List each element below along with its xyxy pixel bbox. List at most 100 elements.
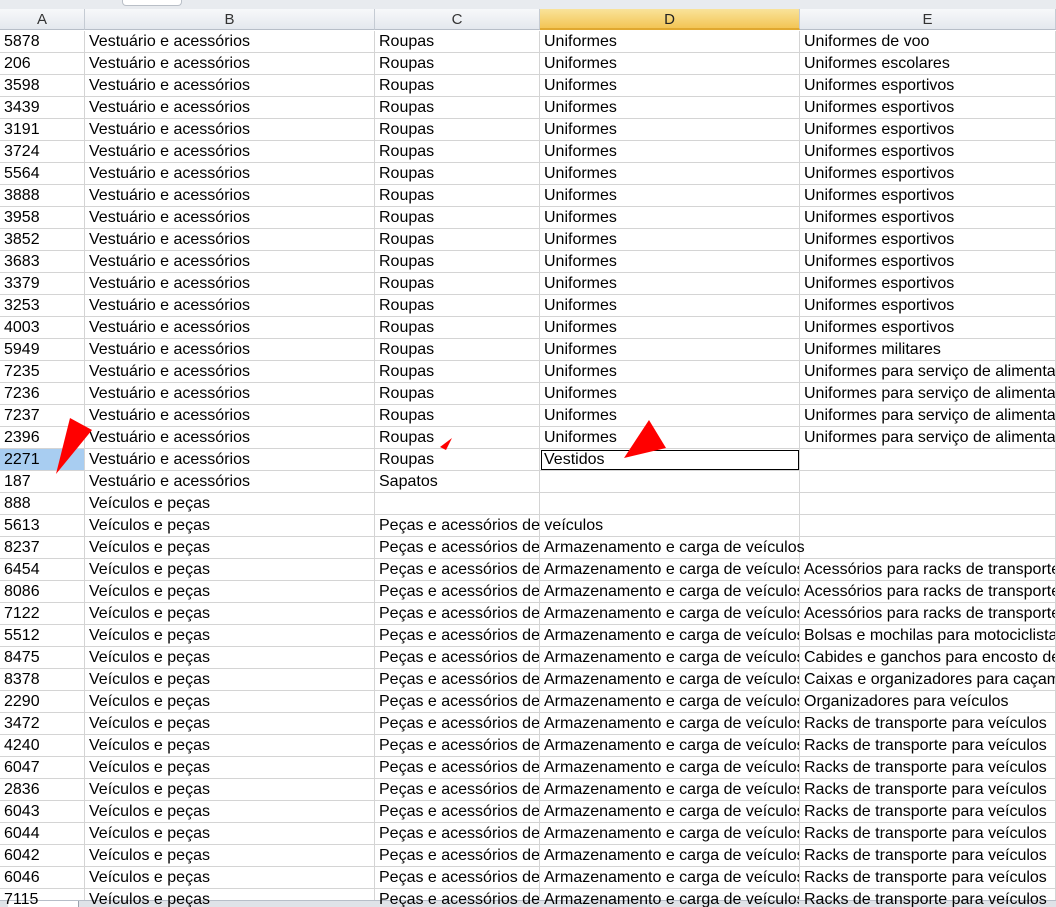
cell-c-35[interactable]: Peças e acessórios de veículos — [375, 779, 540, 801]
cell-e-28[interactable]: Bolsas e mochilas para motociclistas — [800, 625, 1056, 647]
cell-e-24[interactable] — [800, 537, 1056, 559]
cell-b-19[interactable]: Vestuário e acessórios — [85, 427, 375, 449]
cell-a-1[interactable]: 5878 — [0, 31, 85, 53]
cell-c-10[interactable]: Roupas — [375, 229, 540, 251]
cell-e-17[interactable]: Uniformes para serviço de alimentação — [800, 383, 1056, 405]
cell-a-34[interactable]: 6047 — [0, 757, 85, 779]
cell-a-23[interactable]: 5613 — [0, 515, 85, 537]
cell-e-5[interactable]: Uniformes esportivos — [800, 119, 1056, 141]
cell-c-38[interactable]: Peças e acessórios de veículos — [375, 845, 540, 867]
cell-a-31[interactable]: 2290 — [0, 691, 85, 713]
cell-c-37[interactable]: Peças e acessórios de veículos — [375, 823, 540, 845]
cell-d-11[interactable]: Uniformes — [540, 251, 800, 273]
cell-a-2[interactable]: 206 — [0, 53, 85, 75]
cell-e-10[interactable]: Uniformes esportivos — [800, 229, 1056, 251]
cell-a-4[interactable]: 3439 — [0, 97, 85, 119]
column-header-b[interactable]: B — [85, 9, 375, 30]
cell-c-21[interactable]: Sapatos — [375, 471, 540, 493]
cell-b-6[interactable]: Vestuário e acessórios — [85, 141, 375, 163]
cell-b-7[interactable]: Vestuário e acessórios — [85, 163, 375, 185]
cell-b-21[interactable]: Vestuário e acessórios — [85, 471, 375, 493]
cell-b-4[interactable]: Vestuário e acessórios — [85, 97, 375, 119]
cell-e-18[interactable]: Uniformes para serviço de alimentação — [800, 405, 1056, 427]
cell-c-17[interactable]: Roupas — [375, 383, 540, 405]
cell-e-36[interactable]: Racks de transporte para veículos — [800, 801, 1056, 823]
cell-c-9[interactable]: Roupas — [375, 207, 540, 229]
cell-a-14[interactable]: 4003 — [0, 317, 85, 339]
cell-b-25[interactable]: Veículos e peças — [85, 559, 375, 581]
cell-e-8[interactable]: Uniformes esportivos — [800, 185, 1056, 207]
cell-e-26[interactable]: Acessórios para racks de transporte — [800, 581, 1056, 603]
cell-d-27[interactable]: Armazenamento e carga de veículos — [540, 603, 800, 625]
cell-b-22[interactable]: Veículos e peças — [85, 493, 375, 515]
cell-d-29[interactable]: Armazenamento e carga de veículos — [540, 647, 800, 669]
cell-d-9[interactable]: Uniformes — [540, 207, 800, 229]
cell-c-36[interactable]: Peças e acessórios de veículos — [375, 801, 540, 823]
column-header-e[interactable]: E — [800, 9, 1056, 30]
cell-c-14[interactable]: Roupas — [375, 317, 540, 339]
cell-a-5[interactable]: 3191 — [0, 119, 85, 141]
cell-b-34[interactable]: Veículos e peças — [85, 757, 375, 779]
cell-d-15[interactable]: Uniformes — [540, 339, 800, 361]
cell-c-2[interactable]: Roupas — [375, 53, 540, 75]
cell-e-14[interactable]: Uniformes esportivos — [800, 317, 1056, 339]
cell-d-40[interactable]: Armazenamento e carga de veículos — [540, 889, 800, 907]
cell-a-33[interactable]: 4240 — [0, 735, 85, 757]
cell-e-37[interactable]: Racks de transporte para veículos — [800, 823, 1056, 845]
cell-d-1[interactable]: Uniformes — [540, 31, 800, 53]
cell-c-16[interactable]: Roupas — [375, 361, 540, 383]
cell-d-14[interactable]: Uniformes — [540, 317, 800, 339]
cell-c-23[interactable]: Peças e acessórios de veículos — [375, 515, 603, 537]
cell-b-17[interactable]: Vestuário e acessórios — [85, 383, 375, 405]
cell-d-7[interactable]: Uniformes — [540, 163, 800, 185]
cell-c-18[interactable]: Roupas — [375, 405, 540, 427]
cell-c-30[interactable]: Peças e acessórios de veículos — [375, 669, 540, 691]
cell-e-22[interactable] — [800, 493, 1056, 515]
cell-e-29[interactable]: Cabides e ganchos para encosto de — [800, 647, 1056, 669]
cell-d-32[interactable]: Armazenamento e carga de veículos — [540, 713, 800, 735]
cell-b-24[interactable]: Veículos e peças — [85, 537, 375, 559]
cell-d-26[interactable]: Armazenamento e carga de veículos — [540, 581, 800, 603]
cell-d-17[interactable]: Uniformes — [540, 383, 800, 405]
cell-a-10[interactable]: 3852 — [0, 229, 85, 251]
cell-c-33[interactable]: Peças e acessórios de veículos — [375, 735, 540, 757]
cell-c-1[interactable]: Roupas — [375, 31, 540, 53]
cell-c-29[interactable]: Peças e acessórios de veículos — [375, 647, 540, 669]
cell-b-20[interactable]: Vestuário e acessórios — [85, 449, 375, 471]
cell-e-40[interactable]: Racks de transporte para veículos — [800, 889, 1056, 907]
cell-d-30[interactable]: Armazenamento e carga de veículos — [540, 669, 800, 691]
cell-b-31[interactable]: Veículos e peças — [85, 691, 375, 713]
cell-a-35[interactable]: 2836 — [0, 779, 85, 801]
cell-b-33[interactable]: Veículos e peças — [85, 735, 375, 757]
cell-e-13[interactable]: Uniformes esportivos — [800, 295, 1056, 317]
cell-d-36[interactable]: Armazenamento e carga de veículos — [540, 801, 800, 823]
cell-e-15[interactable]: Uniformes militares — [800, 339, 1056, 361]
cell-a-20[interactable]: 2271 — [0, 449, 85, 471]
cell-c-19[interactable]: Roupas — [375, 427, 540, 449]
cell-b-16[interactable]: Vestuário e acessórios — [85, 361, 375, 383]
cell-e-3[interactable]: Uniformes esportivos — [800, 75, 1056, 97]
cell-b-2[interactable]: Vestuário e acessórios — [85, 53, 375, 75]
cell-d-39[interactable]: Armazenamento e carga de veículos — [540, 867, 800, 889]
cell-e-6[interactable]: Uniformes esportivos — [800, 141, 1056, 163]
cell-d-38[interactable]: Armazenamento e carga de veículos — [540, 845, 800, 867]
cell-e-20[interactable] — [800, 449, 1056, 471]
cell-b-29[interactable]: Veículos e peças — [85, 647, 375, 669]
cell-a-18[interactable]: 7237 — [0, 405, 85, 427]
cell-c-12[interactable]: Roupas — [375, 273, 540, 295]
cell-a-9[interactable]: 3958 — [0, 207, 85, 229]
cell-d-33[interactable]: Armazenamento e carga de veículos — [540, 735, 800, 757]
cell-c-39[interactable]: Peças e acessórios de veículos — [375, 867, 540, 889]
cell-e-2[interactable]: Uniformes escolares — [800, 53, 1056, 75]
cell-b-26[interactable]: Veículos e peças — [85, 581, 375, 603]
cell-a-28[interactable]: 5512 — [0, 625, 85, 647]
cell-d-28[interactable]: Armazenamento e carga de veículos — [540, 625, 800, 647]
cell-b-36[interactable]: Veículos e peças — [85, 801, 375, 823]
cell-b-12[interactable]: Vestuário e acessórios — [85, 273, 375, 295]
cell-a-32[interactable]: 3472 — [0, 713, 85, 735]
cell-c-7[interactable]: Roupas — [375, 163, 540, 185]
cell-c-27[interactable]: Peças e acessórios de veículos — [375, 603, 540, 625]
cell-b-14[interactable]: Vestuário e acessórios — [85, 317, 375, 339]
cell-a-39[interactable]: 6046 — [0, 867, 85, 889]
cell-a-36[interactable]: 6043 — [0, 801, 85, 823]
